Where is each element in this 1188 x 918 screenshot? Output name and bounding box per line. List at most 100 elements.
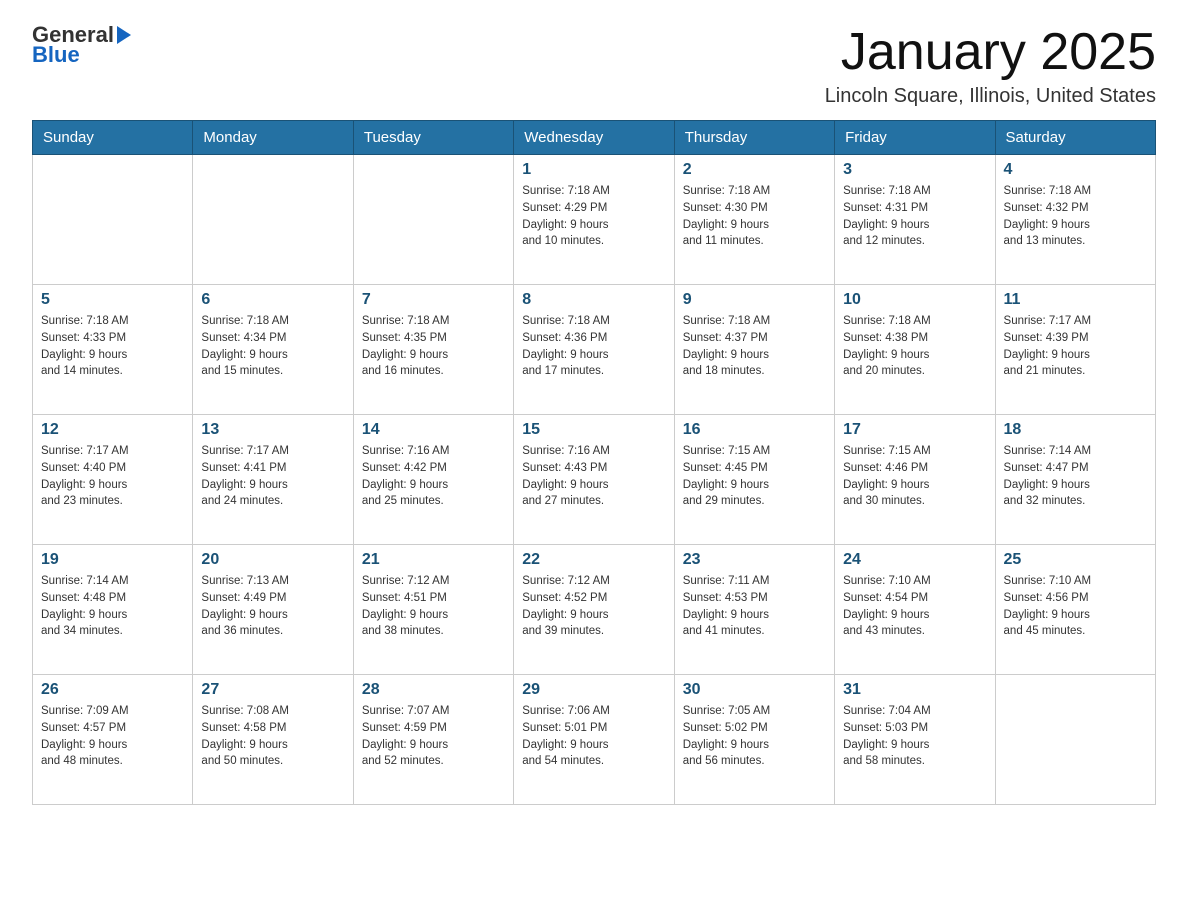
day-info: Sunrise: 7:18 AM Sunset: 4:33 PM Dayligh… <box>41 313 184 380</box>
calendar-cell: 7 Sunrise: 7:18 AM Sunset: 4:35 PM Daylig… <box>353 285 513 415</box>
title-section: January 2025 Lincoln Square, Illinois, U… <box>825 24 1156 108</box>
day-number: 13 <box>201 421 344 439</box>
day-number: 23 <box>683 551 826 569</box>
day-info: Sunrise: 7:09 AM Sunset: 4:57 PM Dayligh… <box>41 703 184 770</box>
day-number: 28 <box>362 681 505 699</box>
day-info: Sunrise: 7:12 AM Sunset: 4:51 PM Dayligh… <box>362 573 505 640</box>
day-info: Sunrise: 7:14 AM Sunset: 4:48 PM Dayligh… <box>41 573 184 640</box>
day-number: 9 <box>683 291 826 309</box>
day-info: Sunrise: 7:13 AM Sunset: 4:49 PM Dayligh… <box>201 573 344 640</box>
calendar-cell <box>33 155 193 285</box>
logo-blue: Blue <box>32 44 131 66</box>
day-info: Sunrise: 7:14 AM Sunset: 4:47 PM Dayligh… <box>1004 443 1147 510</box>
location: Lincoln Square, Illinois, United States <box>825 85 1156 108</box>
calendar-cell: 28 Sunrise: 7:07 AM Sunset: 4:59 PM Dayli… <box>353 675 513 805</box>
day-info: Sunrise: 7:10 AM Sunset: 4:56 PM Dayligh… <box>1004 573 1147 640</box>
day-number: 14 <box>362 421 505 439</box>
day-number: 27 <box>201 681 344 699</box>
col-friday: Friday <box>835 121 995 155</box>
day-number: 5 <box>41 291 184 309</box>
col-wednesday: Wednesday <box>514 121 674 155</box>
day-number: 26 <box>41 681 184 699</box>
day-number: 21 <box>362 551 505 569</box>
calendar-cell <box>995 675 1155 805</box>
day-number: 15 <box>522 421 665 439</box>
calendar-cell: 11Sunrise: 7:17 AM Sunset: 4:39 PM Dayli… <box>995 285 1155 415</box>
day-info: Sunrise: 7:17 AM Sunset: 4:40 PM Dayligh… <box>41 443 184 510</box>
calendar-cell: 2Sunrise: 7:18 AM Sunset: 4:30 PM Daylig… <box>674 155 834 285</box>
day-info: Sunrise: 7:06 AM Sunset: 5:01 PM Dayligh… <box>522 703 665 770</box>
page-header: General Blue January 2025 Lincoln Square… <box>32 24 1156 108</box>
logo: General Blue <box>32 24 131 66</box>
calendar-cell: 22 Sunrise: 7:12 AM Sunset: 4:52 PM Dayli… <box>514 545 674 675</box>
day-info: Sunrise: 7:11 AM Sunset: 4:53 PM Dayligh… <box>683 573 826 640</box>
calendar-cell: 26 Sunrise: 7:09 AM Sunset: 4:57 PM Dayli… <box>33 675 193 805</box>
day-number: 17 <box>843 421 986 439</box>
logo-arrow-icon <box>117 26 131 44</box>
calendar-cell: 18Sunrise: 7:14 AM Sunset: 4:47 PM Dayli… <box>995 415 1155 545</box>
calendar-cell: 13 Sunrise: 7:17 AM Sunset: 4:41 PM Dayli… <box>193 415 353 545</box>
col-saturday: Saturday <box>995 121 1155 155</box>
day-number: 7 <box>362 291 505 309</box>
day-info: Sunrise: 7:18 AM Sunset: 4:32 PM Dayligh… <box>1004 183 1147 250</box>
calendar-cell: 30Sunrise: 7:05 AM Sunset: 5:02 PM Dayli… <box>674 675 834 805</box>
day-number: 22 <box>522 551 665 569</box>
calendar-cell: 1 Sunrise: 7:18 AM Sunset: 4:29 PM Daylig… <box>514 155 674 285</box>
calendar-cell: 6 Sunrise: 7:18 AM Sunset: 4:34 PM Daylig… <box>193 285 353 415</box>
calendar-cell: 4 Sunrise: 7:18 AM Sunset: 4:32 PM Daylig… <box>995 155 1155 285</box>
month-title: January 2025 <box>825 24 1156 81</box>
calendar-header-row: Sunday Monday Tuesday Wednesday Thursday… <box>33 121 1156 155</box>
day-info: Sunrise: 7:18 AM Sunset: 4:34 PM Dayligh… <box>201 313 344 380</box>
calendar-cell: 3Sunrise: 7:18 AM Sunset: 4:31 PM Daylig… <box>835 155 995 285</box>
day-info: Sunrise: 7:16 AM Sunset: 4:42 PM Dayligh… <box>362 443 505 510</box>
calendar-cell: 20 Sunrise: 7:13 AM Sunset: 4:49 PM Dayli… <box>193 545 353 675</box>
day-info: Sunrise: 7:15 AM Sunset: 4:46 PM Dayligh… <box>843 443 986 510</box>
day-number: 10 <box>843 291 986 309</box>
day-info: Sunrise: 7:17 AM Sunset: 4:39 PM Dayligh… <box>1004 313 1147 380</box>
day-number: 8 <box>522 291 665 309</box>
calendar-cell: 24 Sunrise: 7:10 AM Sunset: 4:54 PM Dayli… <box>835 545 995 675</box>
calendar-cell: 9 Sunrise: 7:18 AM Sunset: 4:37 PM Daylig… <box>674 285 834 415</box>
day-info: Sunrise: 7:18 AM Sunset: 4:36 PM Dayligh… <box>522 313 665 380</box>
calendar-cell <box>353 155 513 285</box>
day-info: Sunrise: 7:17 AM Sunset: 4:41 PM Dayligh… <box>201 443 344 510</box>
col-sunday: Sunday <box>33 121 193 155</box>
day-info: Sunrise: 7:18 AM Sunset: 4:38 PM Dayligh… <box>843 313 986 380</box>
calendar-cell: 12Sunrise: 7:17 AM Sunset: 4:40 PM Dayli… <box>33 415 193 545</box>
calendar-cell: 15 Sunrise: 7:16 AM Sunset: 4:43 PM Dayli… <box>514 415 674 545</box>
day-info: Sunrise: 7:08 AM Sunset: 4:58 PM Dayligh… <box>201 703 344 770</box>
calendar-cell: 29Sunrise: 7:06 AM Sunset: 5:01 PM Dayli… <box>514 675 674 805</box>
day-number: 6 <box>201 291 344 309</box>
day-info: Sunrise: 7:12 AM Sunset: 4:52 PM Dayligh… <box>522 573 665 640</box>
day-info: Sunrise: 7:05 AM Sunset: 5:02 PM Dayligh… <box>683 703 826 770</box>
calendar-cell: 17 Sunrise: 7:15 AM Sunset: 4:46 PM Dayli… <box>835 415 995 545</box>
day-number: 24 <box>843 551 986 569</box>
day-info: Sunrise: 7:10 AM Sunset: 4:54 PM Dayligh… <box>843 573 986 640</box>
day-info: Sunrise: 7:16 AM Sunset: 4:43 PM Dayligh… <box>522 443 665 510</box>
day-info: Sunrise: 7:18 AM Sunset: 4:35 PM Dayligh… <box>362 313 505 380</box>
day-number: 4 <box>1004 161 1147 179</box>
calendar-cell: 8 Sunrise: 7:18 AM Sunset: 4:36 PM Daylig… <box>514 285 674 415</box>
day-number: 31 <box>843 681 986 699</box>
calendar-week-3: 12Sunrise: 7:17 AM Sunset: 4:40 PM Dayli… <box>33 415 1156 545</box>
day-number: 20 <box>201 551 344 569</box>
day-info: Sunrise: 7:07 AM Sunset: 4:59 PM Dayligh… <box>362 703 505 770</box>
calendar-cell: 31 Sunrise: 7:04 AM Sunset: 5:03 PM Dayli… <box>835 675 995 805</box>
day-info: Sunrise: 7:18 AM Sunset: 4:31 PM Dayligh… <box>843 183 986 250</box>
calendar-cell: 5 Sunrise: 7:18 AM Sunset: 4:33 PM Daylig… <box>33 285 193 415</box>
calendar-cell: 21 Sunrise: 7:12 AM Sunset: 4:51 PM Dayli… <box>353 545 513 675</box>
day-number: 25 <box>1004 551 1147 569</box>
col-thursday: Thursday <box>674 121 834 155</box>
day-info: Sunrise: 7:18 AM Sunset: 4:29 PM Dayligh… <box>522 183 665 250</box>
col-tuesday: Tuesday <box>353 121 513 155</box>
day-info: Sunrise: 7:18 AM Sunset: 4:37 PM Dayligh… <box>683 313 826 380</box>
calendar-week-1: 1 Sunrise: 7:18 AM Sunset: 4:29 PM Daylig… <box>33 155 1156 285</box>
day-number: 1 <box>522 161 665 179</box>
day-number: 16 <box>683 421 826 439</box>
calendar-cell <box>193 155 353 285</box>
calendar-table: Sunday Monday Tuesday Wednesday Thursday… <box>32 120 1156 805</box>
day-info: Sunrise: 7:15 AM Sunset: 4:45 PM Dayligh… <box>683 443 826 510</box>
day-number: 2 <box>683 161 826 179</box>
day-info: Sunrise: 7:04 AM Sunset: 5:03 PM Dayligh… <box>843 703 986 770</box>
day-number: 19 <box>41 551 184 569</box>
